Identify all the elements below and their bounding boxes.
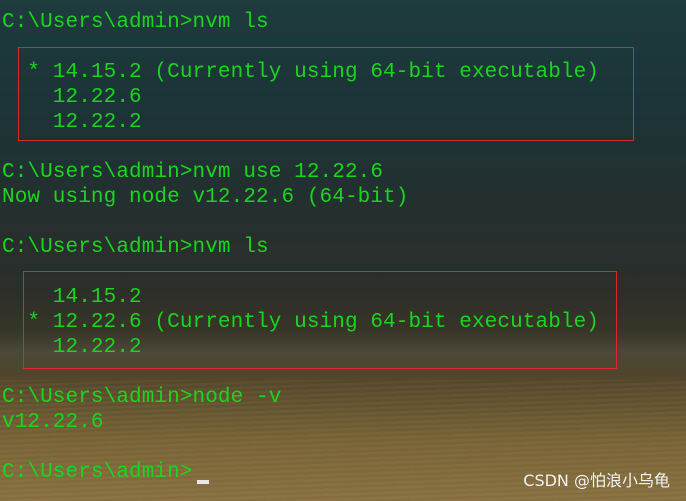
terminal-line: v12.22.6 [2,411,104,434]
watermark: CSDN @怕浪小乌龟 [523,471,670,490]
terminal-line: C:\Users\admin>node -v [2,386,282,409]
terminal-line: 14.15.2 [2,286,142,309]
terminal-line: C:\Users\admin>nvm use 12.22.6 [2,161,384,184]
terminal-line: Now using node v12.22.6 (64-bit) [2,186,409,209]
terminal-prompt: C:\Users\admin> [2,461,193,484]
terminal-line: * 14.15.2 (Currently using 64-bit execut… [2,61,599,84]
terminal-line: C:\Users\admin>nvm ls [2,236,269,259]
terminal-line: C:\Users\admin>nvm ls [2,11,269,34]
terminal-line: 12.22.2 [2,336,142,359]
terminal-line: * 12.22.6 (Currently using 64-bit execut… [2,311,599,334]
text-cursor [197,480,209,484]
terminal-line: 12.22.6 [2,86,142,109]
terminal-line: 12.22.2 [2,111,142,134]
